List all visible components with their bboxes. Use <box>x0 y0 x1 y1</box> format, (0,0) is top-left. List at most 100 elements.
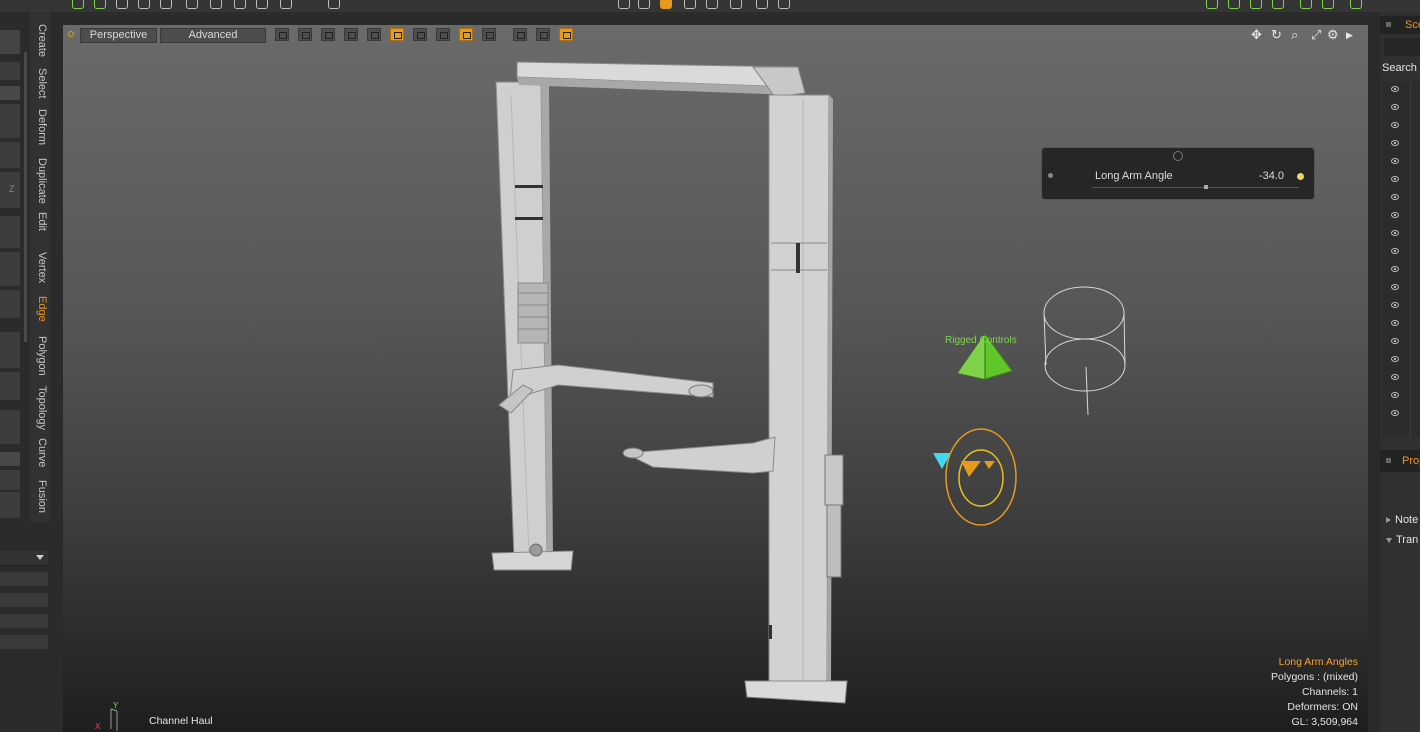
tool-icon[interactable] <box>730 0 742 9</box>
eye-icon[interactable] <box>1391 230 1399 236</box>
tab-create[interactable]: Create <box>32 24 50 57</box>
tab-fusion[interactable]: Fusion <box>32 480 50 513</box>
panel-row[interactable] <box>0 216 20 248</box>
eye-icon[interactable] <box>1391 284 1399 290</box>
tool-icon[interactable] <box>638 0 650 9</box>
channel-slider[interactable] <box>1092 185 1299 189</box>
tool-icon[interactable] <box>116 0 128 9</box>
view-mode-button[interactable]: Perspective <box>80 28 157 43</box>
left-field[interactable] <box>0 572 48 586</box>
grid-icon[interactable] <box>298 28 312 41</box>
render-region-icon[interactable] <box>536 28 550 41</box>
tab-vertex[interactable]: Vertex <box>32 252 50 283</box>
snap-icon[interactable] <box>513 28 527 41</box>
tool-icon[interactable] <box>706 0 718 9</box>
tool-icon[interactable] <box>1350 0 1362 9</box>
tool-icon[interactable] <box>256 0 268 9</box>
expand-arrow-icon[interactable]: ▶ <box>1346 28 1353 42</box>
tab-edit[interactable]: Edit <box>32 212 50 231</box>
tool-icon[interactable] <box>280 0 292 9</box>
left-field[interactable] <box>0 635 48 649</box>
tool-icon[interactable] <box>1300 0 1312 9</box>
panel-menu-icon[interactable] <box>1386 458 1391 463</box>
left-dropdown[interactable] <box>0 551 48 566</box>
viewport-menu-icon[interactable] <box>68 31 74 37</box>
panel-row[interactable] <box>0 62 20 80</box>
figure-icon[interactable] <box>413 28 427 41</box>
tab-deform[interactable]: Deform <box>32 109 50 145</box>
slider-thumb[interactable] <box>1204 185 1208 189</box>
tool-icon[interactable] <box>210 0 222 9</box>
channel-haul-popup[interactable]: Long Arm Angle -34.0 <box>1041 147 1315 200</box>
panel-row[interactable] <box>0 86 20 100</box>
settings-gear-icon[interactable]: ⚙ <box>1327 28 1339 42</box>
eye-icon[interactable] <box>1391 212 1399 218</box>
tab-duplicate[interactable]: Duplicate <box>32 158 50 204</box>
3d-viewport[interactable]: Perspective Advanced ✥ ↻ ⌕ ⤢ ⚙ ▶ Long Ar… <box>63 25 1368 732</box>
tool-icon[interactable] <box>138 0 150 9</box>
drag-handle-icon[interactable] <box>1173 151 1183 161</box>
tool-icon[interactable] <box>756 0 768 9</box>
eye-icon[interactable] <box>1391 140 1399 146</box>
eye-icon[interactable] <box>1391 122 1399 128</box>
panel-row[interactable] <box>0 470 20 490</box>
tool-icon[interactable] <box>618 0 630 9</box>
panel-row[interactable] <box>0 372 20 400</box>
panel-row[interactable] <box>0 290 20 318</box>
tool-icon[interactable] <box>72 0 84 9</box>
tool-icon[interactable] <box>186 0 198 9</box>
item-list[interactable] <box>1383 82 1420 437</box>
tool-icon[interactable] <box>1272 0 1284 9</box>
panel-row[interactable] <box>0 410 20 444</box>
tab-polygon[interactable]: Polygon <box>32 336 50 376</box>
eye-icon[interactable] <box>1391 392 1399 398</box>
panel-row[interactable] <box>0 104 20 138</box>
channel-value[interactable]: -34.0 <box>1259 170 1284 182</box>
axis-icon[interactable] <box>390 28 404 41</box>
group-transform[interactable]: Tran <box>1386 534 1418 546</box>
tab-edge[interactable]: Edge <box>32 296 50 322</box>
tab-topology[interactable]: Topology <box>32 386 50 430</box>
tab-curve[interactable]: Curve <box>32 438 50 467</box>
eye-icon[interactable] <box>1391 194 1399 200</box>
panel-row[interactable] <box>0 492 20 518</box>
shading-mode-button[interactable]: Advanced <box>160 28 266 43</box>
left-field[interactable] <box>0 614 48 628</box>
tool-icon[interactable] <box>778 0 790 9</box>
tool-icon[interactable] <box>1250 0 1262 9</box>
pin-icon[interactable] <box>1048 173 1053 178</box>
eye-icon[interactable] <box>1391 266 1399 272</box>
eye-icon[interactable] <box>1391 356 1399 362</box>
group-notes[interactable]: Note <box>1386 514 1418 526</box>
tool-icon[interactable] <box>160 0 172 9</box>
tab-scene[interactable]: Sce <box>1380 16 1420 34</box>
car-lift-model[interactable] <box>63 25 1368 732</box>
move-view-icon[interactable]: ✥ <box>1251 28 1262 42</box>
camera-icon[interactable] <box>559 28 573 41</box>
slice-icon[interactable] <box>436 28 450 41</box>
tool-icon[interactable] <box>1206 0 1218 9</box>
panel-row[interactable] <box>0 142 20 168</box>
tool-icon[interactable] <box>234 0 246 9</box>
panel-row[interactable] <box>0 332 20 368</box>
eye-icon[interactable] <box>1391 176 1399 182</box>
tool-icon[interactable] <box>328 0 340 9</box>
panel-scrollbar[interactable] <box>24 52 27 342</box>
panel-row[interactable] <box>0 252 20 286</box>
eye-icon[interactable] <box>1391 410 1399 416</box>
eye-icon[interactable] <box>1391 302 1399 308</box>
rotate-view-icon[interactable]: ↻ <box>1271 28 1282 42</box>
keyframe-dot-icon[interactable] <box>1297 173 1304 180</box>
eye-icon[interactable] <box>1391 338 1399 344</box>
eye-icon[interactable] <box>1391 320 1399 326</box>
tool-icon[interactable] <box>684 0 696 9</box>
panel-divider[interactable] <box>1368 12 1380 732</box>
tab-properties[interactable]: Prop <box>1380 450 1420 472</box>
checker-icon[interactable] <box>275 28 289 41</box>
eye-icon[interactable] <box>1391 158 1399 164</box>
tool-icon[interactable] <box>1228 0 1240 9</box>
search-input[interactable] <box>1384 38 1420 56</box>
panel-row[interactable] <box>0 452 20 466</box>
hair-icon[interactable] <box>344 28 358 41</box>
zoom-view-icon[interactable]: ⌕ <box>1291 28 1298 42</box>
